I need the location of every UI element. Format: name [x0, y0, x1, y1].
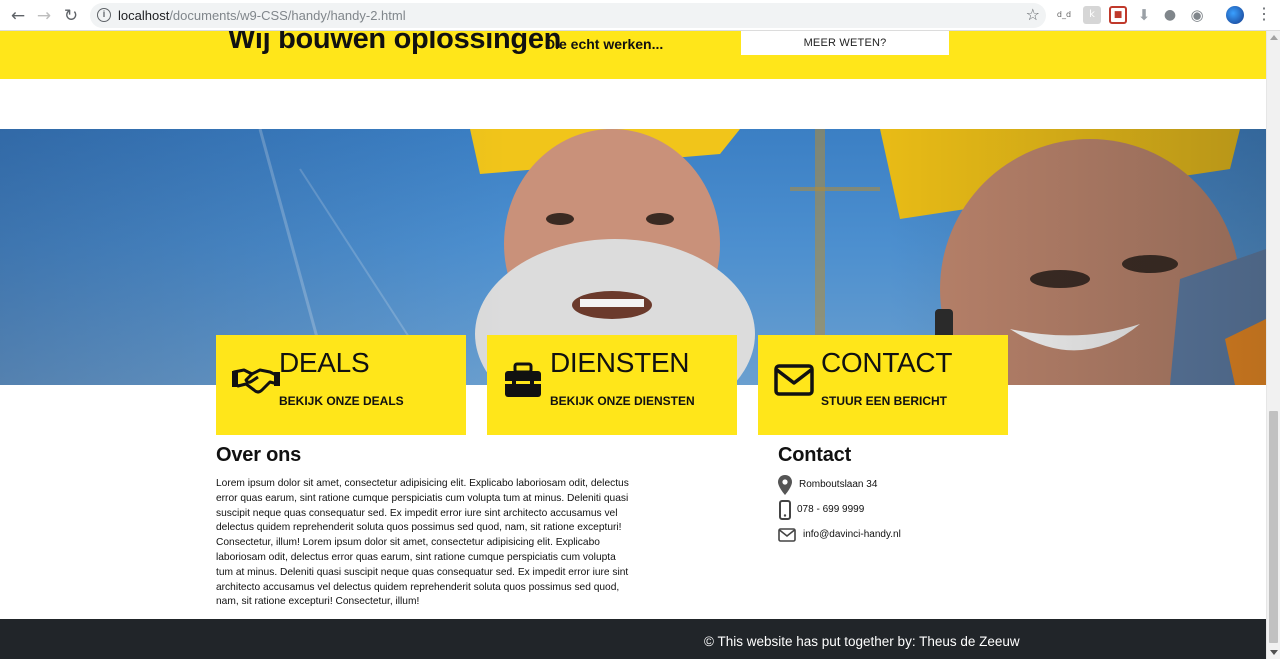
handshake-icon — [232, 368, 280, 394]
download-arrow-icon[interactable]: ⬇ — [1135, 6, 1153, 24]
about-text: Lorem ipsum dolor sit amet, consectetur … — [216, 478, 629, 608]
address-bar[interactable]: i localhost/documents/w9-CSS/handy/handy… — [90, 3, 1046, 28]
card-deals-link[interactable]: BEKIJK ONZE DEALS — [279, 394, 404, 408]
url-text[interactable]: localhost/documents/w9-CSS/handy/handy-2… — [118, 8, 406, 23]
hero-title: Wij bouwen oplossingen — [228, 31, 562, 55]
extension-dd-icon[interactable]: d_d — [1055, 6, 1073, 24]
url-host: localhost — [118, 8, 170, 23]
page-viewport: Wij bouwen oplossingen Die echt werken..… — [0, 31, 1266, 659]
info-icon[interactable]: i — [97, 8, 111, 22]
browser-toolbar: ← → ↻ i localhost/documents/w9-CSS/handy… — [0, 0, 1280, 31]
profile-avatar[interactable] — [1226, 6, 1244, 24]
card-contact-title: CONTACT — [821, 347, 953, 378]
extension-red-icon[interactable]: ■ — [1109, 6, 1127, 24]
toolbox-icon — [505, 362, 541, 397]
card-deals[interactable]: DEALS BEKIJK ONZE DEALS — [216, 335, 466, 435]
map-marker-icon — [778, 475, 792, 495]
chat-icon[interactable]: ◉ — [1188, 6, 1206, 24]
contact-address: Romboutslaan 34 — [799, 479, 878, 490]
forward-arrow-icon[interactable]: → — [33, 5, 55, 27]
card-diensten-link[interactable]: BEKIJK ONZE DIENSTEN — [550, 394, 695, 408]
lightbulb-icon[interactable]: ● — [1161, 6, 1179, 24]
bookmark-star-icon[interactable]: ☆ — [1026, 5, 1040, 24]
card-diensten-title: DIENSTEN — [550, 347, 690, 378]
card-contact-link[interactable]: STUUR EEN BERICHT — [821, 394, 947, 408]
mail-icon — [778, 528, 796, 542]
scrollbar-thumb[interactable] — [1269, 411, 1278, 643]
reload-icon[interactable]: ↻ — [60, 5, 82, 27]
card-contact[interactable]: CONTACT STUUR EEN BERICHT — [758, 335, 1008, 435]
mobile-phone-icon — [779, 500, 791, 520]
hero-subtitle: Die echt werken... — [545, 36, 664, 52]
url-path: /documents/w9-CSS/handy/handy-2.html — [169, 8, 406, 23]
card-diensten[interactable]: DIENSTEN BEKIJK ONZE DIENSTEN — [487, 335, 737, 435]
menu-dots-icon[interactable]: ⋮ — [1256, 5, 1272, 25]
scroll-down-arrow-icon[interactable] — [1270, 650, 1278, 655]
extension-gray-icon[interactable]: k — [1083, 6, 1101, 24]
about-title: Over ons — [216, 444, 302, 466]
vertical-scrollbar[interactable] — [1266, 31, 1280, 659]
hero-band: Wij bouwen oplossingen Die echt werken..… — [0, 31, 1266, 79]
envelope-icon — [774, 364, 814, 396]
page-footer: © This website has put together by: Theu… — [0, 619, 1266, 659]
footer-credit: © This website has put together by: Theu… — [704, 634, 1020, 649]
contact-phone: 078 - 699 9999 — [797, 504, 865, 515]
card-deals-title: DEALS — [279, 347, 370, 378]
scroll-up-arrow-icon[interactable] — [1270, 35, 1278, 40]
contact-email[interactable]: info@davinci-handy.nl — [803, 529, 901, 540]
contact-title: Contact — [778, 444, 852, 466]
meer-weten-button[interactable]: MEER WETEN? — [741, 31, 949, 55]
back-arrow-icon[interactable]: ← — [7, 5, 29, 27]
